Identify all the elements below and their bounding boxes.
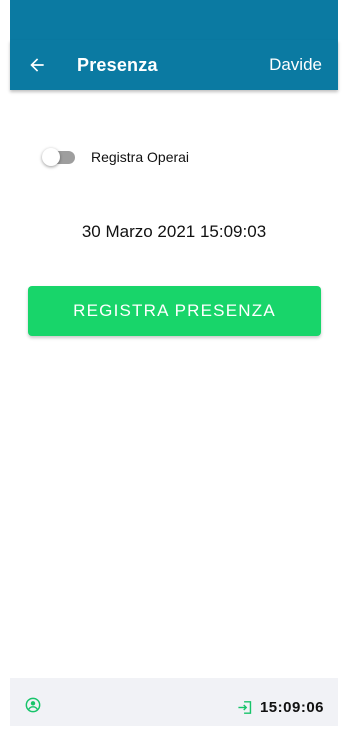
login-icon <box>238 701 252 714</box>
bottom-bar: 15:09:06 <box>10 678 338 726</box>
user-name[interactable]: Davide <box>269 55 322 75</box>
user-circle-icon[interactable] <box>25 697 41 713</box>
register-presence-button[interactable]: REGISTRA PRESENZA <box>28 286 321 336</box>
app-bar: Presenza Davide <box>10 40 338 90</box>
switch-thumb <box>42 148 60 166</box>
clock-time: 15:09:06 <box>259 699 324 716</box>
register-workers-switch[interactable] <box>42 147 76 167</box>
page-title: Presenza <box>77 55 158 75</box>
status-bar-area <box>10 0 338 40</box>
register-workers-label: Registra Operai <box>91 149 190 165</box>
clock-group: 15:09:06 <box>237 699 324 716</box>
current-datetime: 30 Marzo 2021 15:09:03 <box>81 222 267 241</box>
app-screen: Presenza Davide Registra Operai 30 Marzo… <box>0 0 348 730</box>
register-workers-toggle-row: Registra Operai <box>42 146 189 168</box>
arrow-left-icon[interactable] <box>27 55 47 75</box>
